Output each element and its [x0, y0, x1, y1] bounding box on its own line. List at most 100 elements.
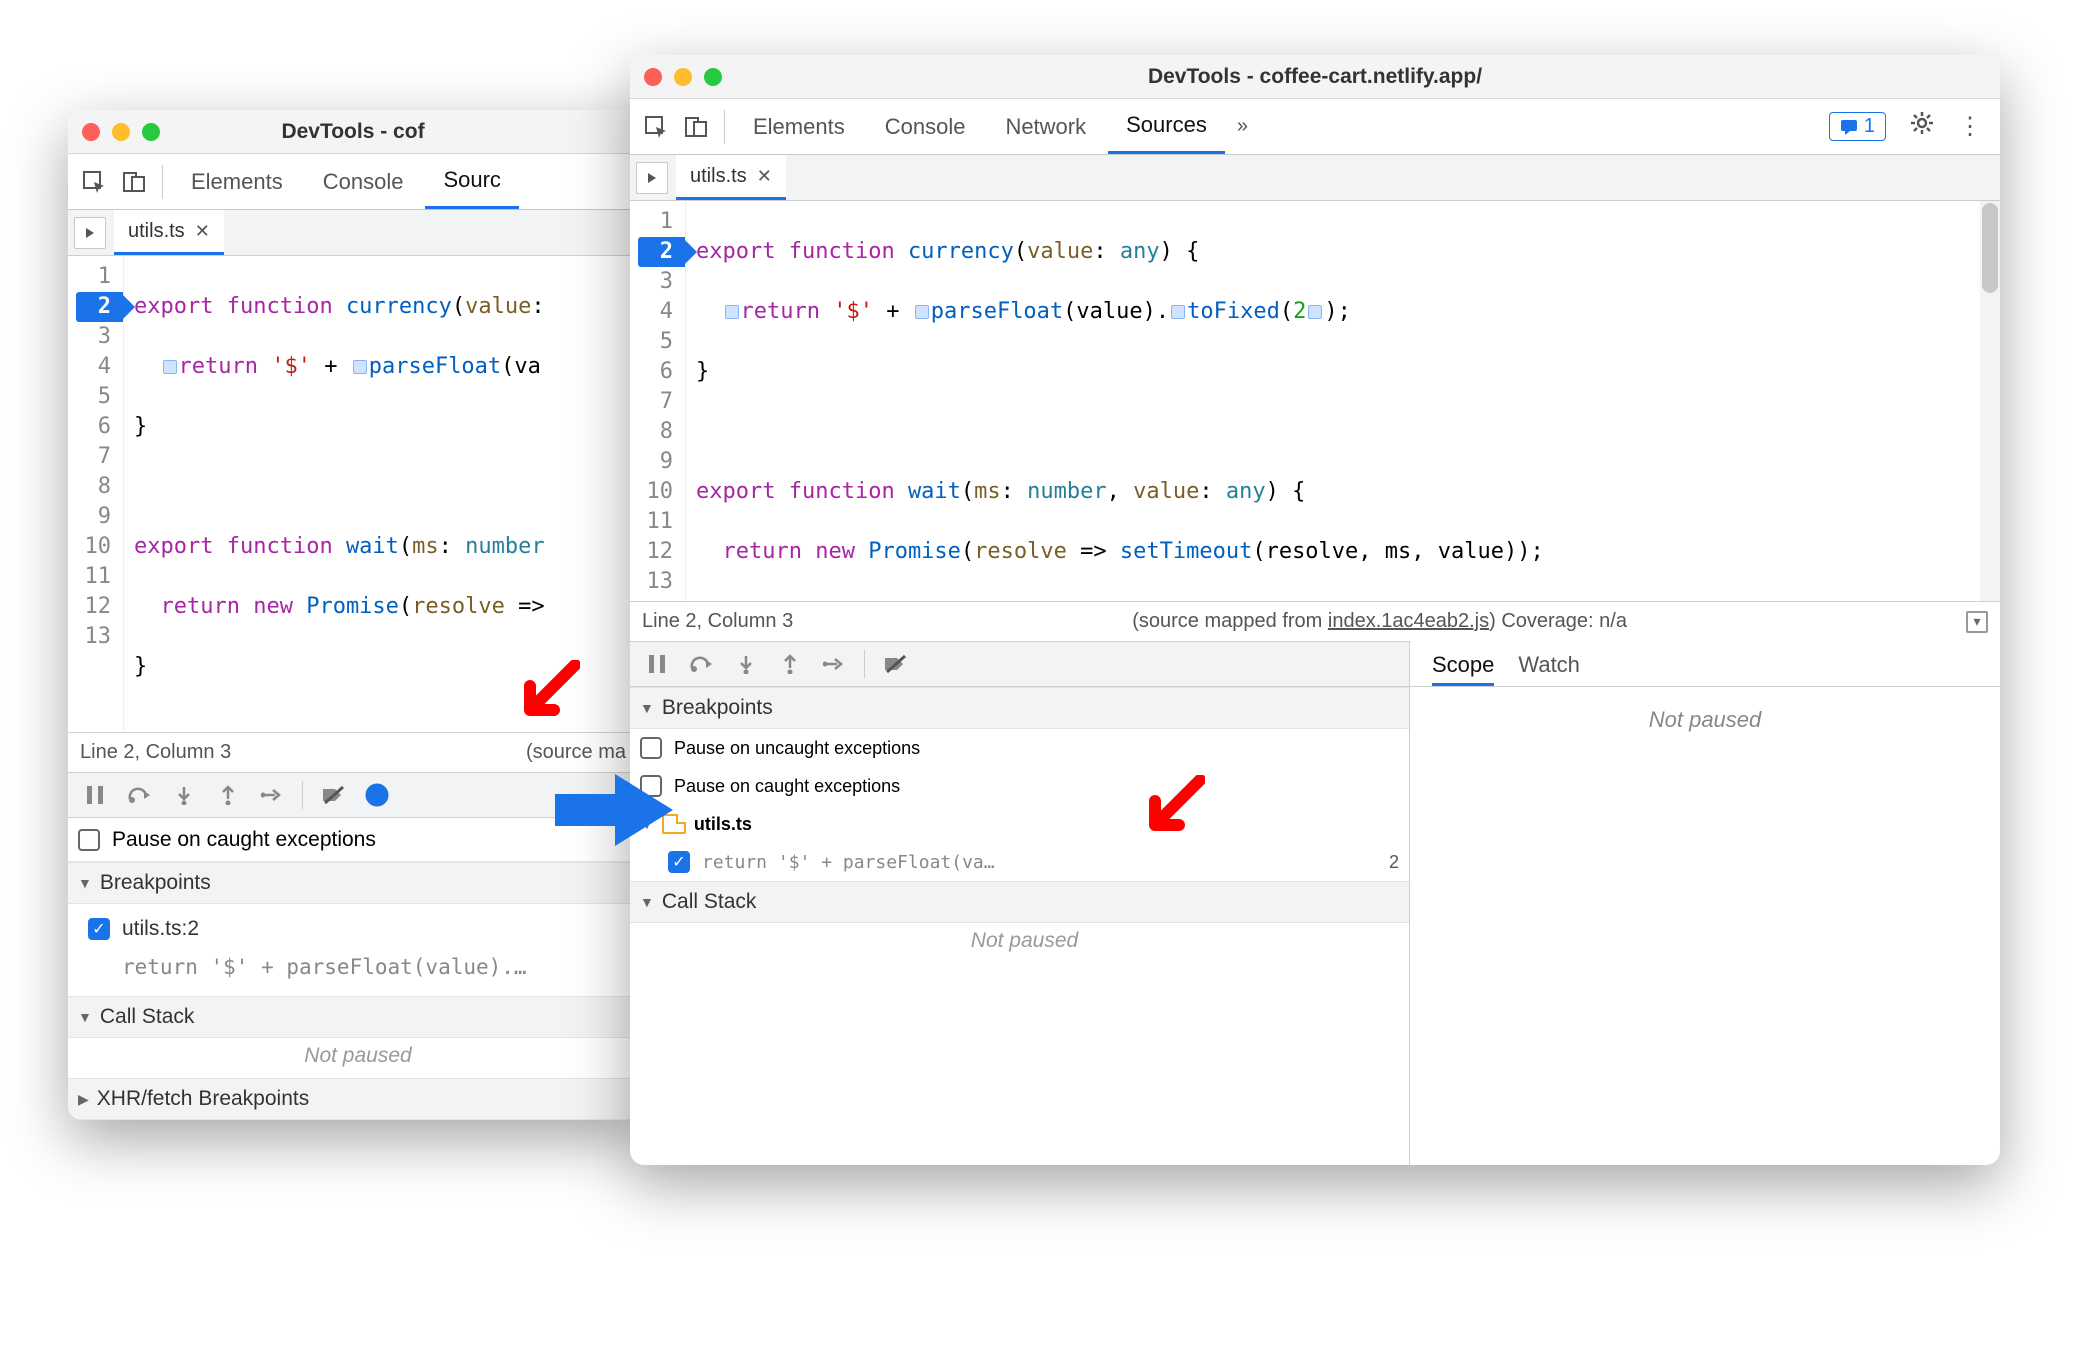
- close-icon[interactable]: ✕: [195, 221, 210, 242]
- line-number[interactable]: 12: [638, 537, 673, 567]
- tab-elements[interactable]: Elements: [735, 99, 863, 154]
- inspect-element-icon[interactable]: [76, 164, 112, 200]
- file-tab-utils[interactable]: utils.ts ✕: [676, 155, 786, 200]
- checkbox-checked-icon[interactable]: ✓: [668, 851, 690, 873]
- line-number[interactable]: 3: [76, 322, 111, 352]
- pause-caught-row[interactable]: Pause on caught exceptions: [68, 818, 638, 862]
- tab-network[interactable]: Network: [987, 99, 1104, 154]
- line-number[interactable]: 6: [76, 412, 111, 442]
- step-over-button[interactable]: [682, 644, 722, 684]
- tab-watch[interactable]: Watch: [1518, 652, 1580, 686]
- pause-resume-button[interactable]: [76, 775, 116, 815]
- line-gutter[interactable]: 1 2 3 4 5 6 7 8 9 10 11 12 13: [630, 201, 686, 601]
- step-into-button[interactable]: [164, 775, 204, 815]
- tab-console[interactable]: Console: [305, 154, 422, 209]
- window-minimize-icon[interactable]: [112, 123, 130, 141]
- line-number[interactable]: 1: [638, 207, 673, 237]
- step-button[interactable]: [252, 775, 292, 815]
- inline-breakpoint-icon[interactable]: [1308, 305, 1322, 319]
- callstack-header[interactable]: ▼ Call Stack: [68, 996, 638, 1038]
- line-number[interactable]: 11: [638, 507, 673, 537]
- step-out-button[interactable]: [770, 644, 810, 684]
- tab-sources[interactable]: Sourc: [425, 154, 518, 209]
- checkbox-unchecked-icon[interactable]: [640, 737, 662, 759]
- tab-console[interactable]: Console: [867, 99, 984, 154]
- inline-breakpoint-icon[interactable]: [915, 305, 929, 319]
- deactivate-breakpoints-button[interactable]: [313, 775, 353, 815]
- line-number[interactable]: 8: [638, 417, 673, 447]
- line-number[interactable]: 12: [76, 592, 111, 622]
- checkbox-checked-icon[interactable]: ✓: [88, 918, 110, 940]
- breakpoints-header[interactable]: ▼ Breakpoints: [68, 862, 638, 904]
- line-number[interactable]: 10: [638, 477, 673, 507]
- line-number[interactable]: 13: [76, 622, 111, 652]
- line-number[interactable]: 8: [76, 472, 111, 502]
- line-number[interactable]: 10: [76, 532, 111, 562]
- more-menu-icon[interactable]: ⋮: [1948, 112, 1992, 141]
- line-number[interactable]: 6: [638, 357, 673, 387]
- window-zoom-icon[interactable]: [142, 123, 160, 141]
- line-number[interactable]: 7: [638, 387, 673, 417]
- inspect-element-icon[interactable]: [638, 109, 674, 145]
- deactivate-breakpoints-button[interactable]: [875, 644, 915, 684]
- step-out-button[interactable]: [208, 775, 248, 815]
- line-gutter[interactable]: 1 2 3 4 5 6 7 8 9 10 11 12 13: [68, 256, 124, 732]
- line-number[interactable]: 4: [638, 297, 673, 327]
- source-map-link[interactable]: index.1ac4eab2.js: [1328, 610, 1489, 632]
- tab-sources[interactable]: Sources: [1108, 99, 1225, 154]
- inline-breakpoint-icon[interactable]: [725, 305, 739, 319]
- issues-badge[interactable]: 1: [1829, 112, 1886, 141]
- pause-resume-button[interactable]: [638, 644, 678, 684]
- callstack-header[interactable]: ▼ Call Stack: [630, 881, 1409, 923]
- checkbox-unchecked-icon[interactable]: [78, 829, 100, 851]
- navigator-toggle-icon[interactable]: [74, 217, 106, 249]
- editor-statusbar: Line 2, Column 3 (source mapped from ind…: [630, 601, 2000, 641]
- inline-breakpoint-icon[interactable]: [353, 360, 367, 374]
- code-lines[interactable]: export function currency(value: any) { r…: [686, 201, 2000, 601]
- step-into-button[interactable]: [726, 644, 766, 684]
- inline-breakpoint-icon[interactable]: [163, 360, 177, 374]
- pause-uncaught-row[interactable]: Pause on uncaught exceptions: [630, 729, 1409, 767]
- line-number[interactable]: 13: [638, 567, 673, 597]
- tab-elements[interactable]: Elements: [173, 154, 301, 209]
- file-tab-utils[interactable]: utils.ts ✕: [114, 210, 224, 255]
- xhr-breakpoints-header[interactable]: ▶ XHR/fetch Breakpoints: [68, 1078, 638, 1120]
- window-close-icon[interactable]: [644, 68, 662, 86]
- code-editor[interactable]: 1 2 3 4 5 6 7 8 9 10 11 12 13 export fun…: [630, 201, 2000, 601]
- titlebar[interactable]: DevTools - coffee-cart.netlify.app/: [630, 55, 2000, 99]
- pause-caught-row[interactable]: Pause on caught exceptions: [630, 767, 1409, 805]
- breakpoints-header[interactable]: ▼ Breakpoints: [630, 687, 1409, 729]
- line-number[interactable]: 4: [76, 352, 111, 382]
- collapse-bottom-icon[interactable]: ▾: [1966, 611, 1988, 633]
- breakpoint-item[interactable]: ✓ return '$' + parseFloat(va… 2: [630, 843, 1409, 881]
- device-toolbar-icon[interactable]: [678, 109, 714, 145]
- device-toolbar-icon[interactable]: [116, 164, 152, 200]
- line-number[interactable]: 5: [638, 327, 673, 357]
- breakpoint-item[interactable]: ✓ utils.ts:2: [88, 910, 628, 948]
- close-icon[interactable]: ✕: [757, 166, 772, 187]
- step-button[interactable]: [814, 644, 854, 684]
- more-tabs-icon[interactable]: »: [1229, 115, 1256, 138]
- tab-scope[interactable]: Scope: [1432, 652, 1494, 686]
- titlebar[interactable]: DevTools - cof: [68, 110, 638, 154]
- line-number[interactable]: 5: [76, 382, 111, 412]
- window-close-icon[interactable]: [82, 123, 100, 141]
- vertical-scrollbar[interactable]: [1980, 201, 2000, 601]
- line-number[interactable]: 9: [638, 447, 673, 477]
- line-number[interactable]: 9: [76, 502, 111, 532]
- breakpoint-line-number[interactable]: 2: [638, 237, 685, 267]
- window-minimize-icon[interactable]: [674, 68, 692, 86]
- window-zoom-icon[interactable]: [704, 68, 722, 86]
- step-over-button[interactable]: [120, 775, 160, 815]
- line-number[interactable]: 1: [76, 262, 111, 292]
- scrollbar-thumb[interactable]: [1982, 203, 1998, 293]
- settings-icon[interactable]: [1900, 111, 1944, 142]
- breakpoint-file-group[interactable]: ▼ utils.ts: [630, 805, 1409, 843]
- line-number[interactable]: 7: [76, 442, 111, 472]
- navigator-toggle-icon[interactable]: [636, 162, 668, 194]
- pause-on-exceptions-button[interactable]: [357, 775, 397, 815]
- line-number[interactable]: 11: [76, 562, 111, 592]
- breakpoint-line-number[interactable]: 2: [76, 292, 123, 322]
- inline-breakpoint-icon[interactable]: [1171, 305, 1185, 319]
- line-number[interactable]: 3: [638, 267, 673, 297]
